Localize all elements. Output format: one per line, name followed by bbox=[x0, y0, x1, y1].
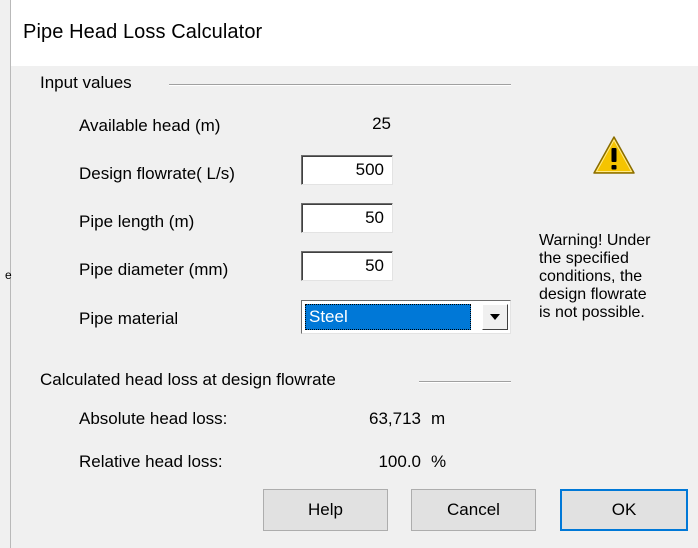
design-flowrate-label: Design flowrate( L/s) bbox=[79, 164, 235, 183]
dialog-window: Pipe Head Loss Calculator Input values A… bbox=[10, 0, 698, 548]
dropdown-arrow-button[interactable] bbox=[482, 304, 508, 330]
results-group-line bbox=[419, 381, 511, 383]
input-values-group-label: Input values bbox=[40, 73, 132, 92]
warning-line: the specified bbox=[539, 250, 629, 267]
warning-line: is not possible. bbox=[539, 304, 645, 321]
warning-line: design flowrate bbox=[539, 286, 647, 303]
warning-message: Warning! Under the specified conditions,… bbox=[539, 232, 698, 322]
pipe-material-select[interactable]: Steel bbox=[301, 300, 511, 334]
available-head-value: 25 bbox=[372, 114, 391, 133]
relative-head-loss-label: Relative head loss: bbox=[79, 452, 223, 471]
absolute-head-loss-value: 63,713 bbox=[369, 409, 421, 428]
pipe-diameter-label: Pipe diameter (mm) bbox=[79, 260, 229, 279]
results-group-label: Calculated head loss at design flowrate bbox=[40, 370, 336, 389]
chevron-down-icon bbox=[490, 314, 500, 320]
cancel-button[interactable]: Cancel bbox=[411, 489, 536, 531]
relative-head-loss-unit: % bbox=[431, 452, 447, 471]
input-values-group-line bbox=[169, 84, 511, 86]
stray-text-fragment: e bbox=[5, 268, 12, 282]
warning-icon bbox=[591, 134, 637, 181]
absolute-head-loss-label: Absolute head loss: bbox=[79, 409, 228, 428]
warning-line: conditions, the bbox=[539, 268, 643, 285]
pipe-length-label: Pipe length (m) bbox=[79, 212, 195, 231]
ok-button[interactable]: OK bbox=[560, 489, 688, 531]
title-bar[interactable]: Pipe Head Loss Calculator bbox=[11, 0, 698, 66]
window-title: Pipe Head Loss Calculator bbox=[23, 21, 263, 43]
relative-head-loss-value: 100.0 bbox=[378, 452, 421, 471]
pipe-length-input[interactable]: 50 bbox=[301, 203, 393, 233]
pipe-material-label: Pipe material bbox=[79, 309, 179, 328]
help-button[interactable]: Help bbox=[263, 489, 388, 531]
available-head-label: Available head (m) bbox=[79, 116, 221, 135]
absolute-head-loss-unit: m bbox=[431, 409, 446, 428]
pipe-diameter-input[interactable]: 50 bbox=[301, 251, 393, 281]
pipe-material-selected-value: Steel bbox=[305, 304, 471, 330]
warning-line: Warning! Under bbox=[539, 232, 651, 249]
design-flowrate-input[interactable]: 500 bbox=[301, 155, 393, 185]
